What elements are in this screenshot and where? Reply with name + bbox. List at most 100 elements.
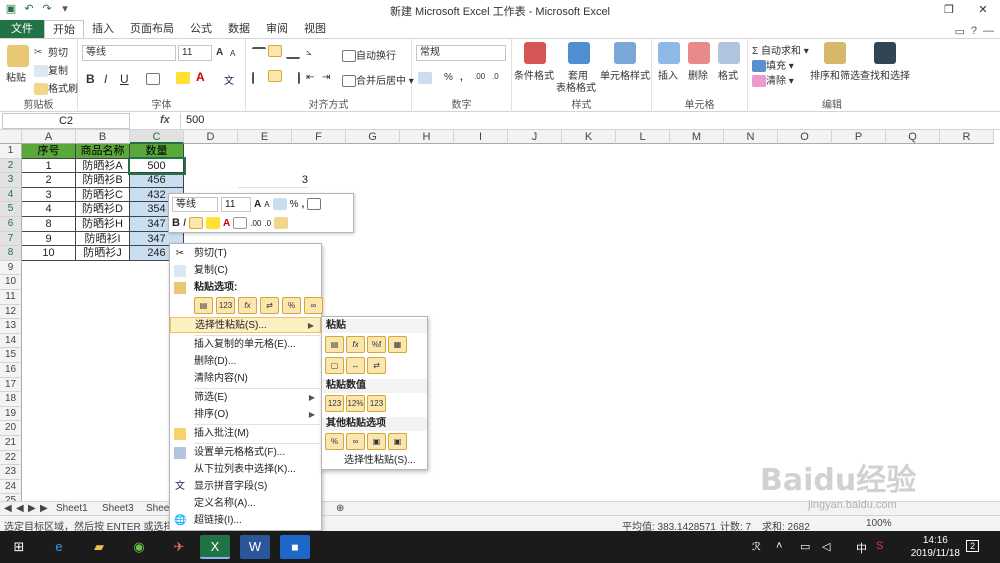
sub-paste-formulas-format-icon[interactable]: %f: [367, 336, 386, 353]
column-header-f[interactable]: F: [292, 130, 346, 144]
network-icon[interactable]: ▭: [800, 540, 810, 553]
browser-icon[interactable]: ◉: [124, 535, 154, 559]
increase-indent-icon[interactable]: ⇥: [322, 72, 330, 83]
conditional-format-icon[interactable]: [524, 42, 546, 64]
conditional-format-button[interactable]: 条件格式: [514, 67, 554, 82]
row-header[interactable]: 4: [0, 187, 22, 203]
bold-button[interactable]: B: [86, 72, 95, 86]
mini-bold-button[interactable]: B: [172, 217, 180, 229]
row-header[interactable]: 14: [0, 333, 22, 349]
borders-icon[interactable]: [146, 73, 160, 85]
align-bottom-icon[interactable]: [286, 47, 300, 59]
font-shrink-icon[interactable]: A: [230, 49, 235, 58]
clear-button[interactable]: 清除 ▾: [752, 72, 794, 88]
mini-increase-decimal-icon[interactable]: .00: [250, 219, 261, 228]
paste-option-values-icon[interactable]: 123: [216, 297, 235, 314]
format-cells-icon[interactable]: [718, 42, 740, 64]
paste-option-paste-icon[interactable]: ▤: [194, 297, 213, 314]
table-cell[interactable]: 8: [22, 217, 76, 232]
comma-button[interactable]: ,: [460, 72, 463, 83]
app2-taskbar-icon[interactable]: ◼: [280, 535, 310, 559]
format-table-icon[interactable]: [568, 42, 590, 64]
sheet-nav-last-icon[interactable]: ▶: [40, 503, 48, 514]
sheet-nav-first-icon[interactable]: ◀: [4, 503, 12, 514]
row-header[interactable]: 13: [0, 319, 22, 334]
restore-icon[interactable]: ❐: [932, 0, 966, 20]
paste-option-transpose-icon[interactable]: ⇄: [260, 297, 279, 314]
format-cells-button[interactable]: 格式: [718, 67, 738, 82]
mini-center-icon[interactable]: [189, 217, 204, 229]
merge-center-button[interactable]: 合并后居中 ▾: [342, 72, 414, 88]
people-icon[interactable]: ℛ: [752, 540, 761, 553]
column-header-b[interactable]: B: [76, 130, 130, 144]
ribbon-options-icon[interactable]: ▭: [954, 25, 964, 38]
menu-show-phonetic[interactable]: 文显示拼音字段(S): [170, 479, 321, 495]
menu-clear-contents[interactable]: 清除内容(N): [170, 371, 321, 387]
tab-file[interactable]: 文件: [0, 20, 44, 38]
column-header-r[interactable]: R: [940, 130, 994, 144]
tab-home[interactable]: 开始: [44, 20, 84, 38]
tab-page-layout[interactable]: 页面布局: [122, 20, 182, 38]
sheet-nav-prev-icon[interactable]: ◀: [16, 503, 24, 514]
table-cell[interactable]: 防晒衫B: [76, 173, 130, 188]
ime-indicator[interactable]: 中: [856, 540, 867, 556]
paste-icon[interactable]: [7, 45, 29, 67]
find-select-icon[interactable]: [874, 42, 896, 64]
column-header-k[interactable]: K: [562, 130, 616, 144]
row-header[interactable]: 22: [0, 450, 22, 466]
column-header-h[interactable]: H: [400, 130, 454, 144]
tab-insert[interactable]: 插入: [84, 20, 122, 38]
select-all-corner[interactable]: [0, 130, 22, 144]
spreadsheet-grid[interactable]: ABCDEFGHIJKLMNOPQR 1 2 3 4 5 6 7 8 9 10 11 12 13 14 15…: [0, 130, 1000, 501]
column-header-p[interactable]: P: [832, 130, 886, 144]
row-header[interactable]: 2: [0, 158, 22, 174]
column-header-m[interactable]: M: [670, 130, 724, 144]
table-cell[interactable]: 防晒衫H: [76, 217, 130, 232]
row-header[interactable]: 12: [0, 304, 22, 320]
table-cell[interactable]: 456: [130, 173, 184, 188]
fill-color-icon[interactable]: [176, 72, 190, 84]
sort-filter-icon[interactable]: [824, 42, 846, 64]
sub-linked-picture-icon[interactable]: ▣: [388, 433, 407, 450]
menu-paste-special[interactable]: 选择性粘贴(S)... ▶: [170, 317, 321, 333]
row-header[interactable]: 11: [0, 290, 22, 305]
mini-font-color-icon[interactable]: A: [223, 218, 230, 229]
increase-decimal-icon[interactable]: .00: [474, 72, 485, 81]
table-cell[interactable]: 防晒衫C: [76, 187, 130, 203]
sheet-nav-next-icon[interactable]: ▶: [28, 503, 36, 514]
underline-button[interactable]: U: [120, 72, 129, 86]
table-header-cell[interactable]: 商品名称: [76, 144, 130, 159]
column-header-o[interactable]: O: [778, 130, 832, 144]
column-header-n[interactable]: N: [724, 130, 778, 144]
menu-insert-comment[interactable]: 插入批注(M): [170, 426, 321, 442]
tab-review[interactable]: 审阅: [258, 20, 296, 38]
table-cell[interactable]: 防晒衫J: [76, 246, 130, 261]
paste-button[interactable]: 粘贴: [6, 69, 26, 84]
column-header-d[interactable]: D: [184, 130, 238, 144]
taskbar-clock[interactable]: 14:16 2019/11/18: [911, 534, 960, 560]
app-icon[interactable]: ✈: [164, 535, 194, 559]
row-header[interactable]: 3: [0, 173, 22, 188]
column-header-l[interactable]: L: [616, 130, 670, 144]
menu-filter[interactable]: 筛选(E) ▶: [170, 390, 321, 406]
table-cell[interactable]: 2: [22, 173, 76, 188]
active-cell-c2[interactable]: 500: [128, 156, 186, 176]
table-cell[interactable]: 防晒衫D: [76, 202, 130, 217]
paste-option-link-icon[interactable]: ∞: [304, 297, 323, 314]
row-header[interactable]: 6: [0, 217, 22, 232]
sogou-icon[interactable]: S: [876, 540, 883, 552]
sub-paste-no-borders-icon[interactable]: ▢: [325, 357, 344, 374]
sub-paste-source-format-icon[interactable]: ▦: [388, 336, 407, 353]
sub-paste-column-widths-icon[interactable]: ↔: [346, 357, 365, 374]
sub-paste-special-item[interactable]: 选择性粘贴(S)...: [322, 453, 427, 469]
mini-size-select[interactable]: 11: [221, 196, 251, 212]
table-cell[interactable]: 1: [22, 158, 76, 174]
menu-format-cells[interactable]: 设置单元格格式(F)...: [170, 445, 321, 461]
menu-copy[interactable]: 复制(C): [170, 263, 321, 279]
row-header[interactable]: 10: [0, 275, 22, 290]
column-header-c[interactable]: C: [130, 130, 184, 144]
decrease-decimal-icon[interactable]: .0: [492, 72, 499, 81]
table-header-cell[interactable]: 数量: [130, 144, 184, 159]
align-top-icon[interactable]: [252, 47, 266, 59]
table-cell[interactable]: 3: [22, 187, 76, 203]
